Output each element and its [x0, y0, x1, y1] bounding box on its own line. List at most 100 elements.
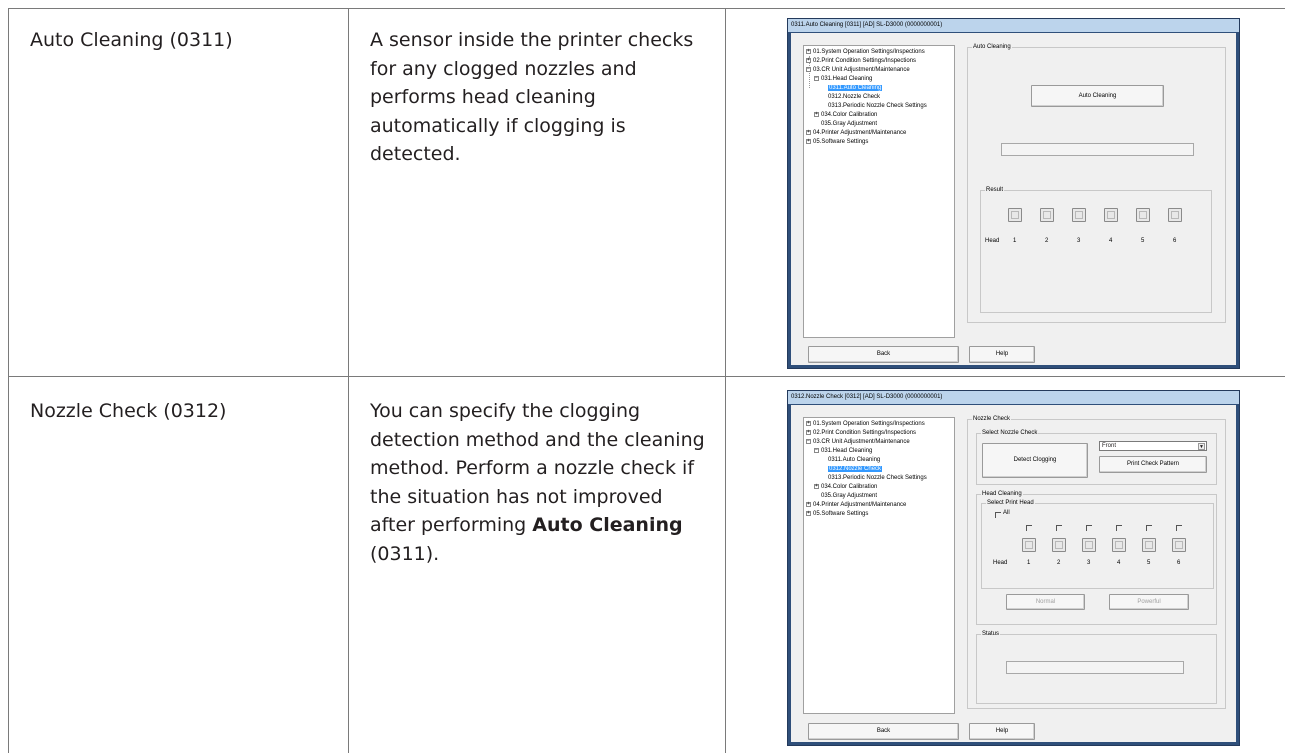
tree-item-0311[interactable]: 0311.Auto Cleaning	[828, 84, 883, 92]
head-number-4: 4	[1109, 238, 1113, 244]
head-6-indicator	[1168, 208, 1182, 222]
tree-item-031[interactable]: −031.Head Cleaning	[814, 447, 872, 455]
tree-item-02[interactable]: +02.Print Condition Settings/Inspections	[806, 57, 916, 65]
auto-cleaning-button[interactable]: Auto Cleaning	[1031, 85, 1164, 107]
tree-item-01[interactable]: +01.System Operation Settings/Inspection…	[806, 420, 925, 428]
table-border-left	[8, 8, 9, 753]
select-print-head-group: Select Print Head All Head 1 2 3 4 5 6	[981, 499, 1214, 589]
head-label: Head	[993, 560, 1008, 566]
window-title: 0311.Auto Cleaning [0311] [AD] SL-D3000 …	[788, 19, 1239, 32]
table-col-divider-1	[348, 8, 349, 753]
head-number-3: 3	[1087, 560, 1091, 566]
all-checkbox[interactable]	[995, 512, 1001, 518]
row1-description: A sensor inside the printer checks for a…	[370, 29, 694, 166]
head-number-6: 6	[1173, 238, 1177, 244]
head-number-2: 2	[1045, 238, 1049, 244]
head-1-indicator	[1022, 538, 1036, 552]
tree-item-05[interactable]: +05.Software Settings	[806, 138, 868, 146]
back-button[interactable]: Back	[808, 723, 959, 740]
nozzle-check-window: 0312.Nozzle Check [0312] [AD] SL-D3000 (…	[787, 390, 1240, 746]
tree-item-035[interactable]: 035.Gray Adjustment	[821, 492, 877, 500]
tree-item-0313[interactable]: 0313.Periodic Nozzle Check Settings	[828, 474, 927, 482]
head-number-4: 4	[1117, 560, 1121, 566]
head-number-1: 1	[1027, 560, 1031, 566]
all-label: All	[1003, 510, 1010, 516]
head-number-2: 2	[1057, 560, 1061, 566]
head-6-checkbox[interactable]	[1176, 525, 1182, 531]
row2-description: You can specify the clogging detection m…	[370, 397, 706, 569]
head-3-checkbox[interactable]	[1086, 525, 1092, 531]
head-1-checkbox[interactable]	[1026, 525, 1032, 531]
row2-description-suffix: (0311).	[370, 542, 440, 565]
help-button[interactable]: Help	[969, 346, 1035, 363]
head-3-indicator	[1082, 538, 1096, 552]
head-5-indicator	[1136, 208, 1150, 222]
head-2-indicator	[1052, 538, 1066, 552]
tree-item-034[interactable]: +034.Color Calibration	[814, 111, 877, 119]
tree-item-03[interactable]: −03.CR Unit Adjustment/Maintenance	[806, 66, 910, 74]
head-6-indicator	[1172, 538, 1186, 552]
head-number-3: 3	[1077, 238, 1081, 244]
status-field	[1006, 661, 1184, 674]
help-button[interactable]: Help	[969, 723, 1035, 740]
head-4-indicator	[1104, 208, 1118, 222]
window-client-area: +01.System Operation Settings/Inspection…	[791, 33, 1236, 365]
row2-setting-name: Nozzle Check (0312)	[30, 400, 227, 422]
head-5-indicator	[1142, 538, 1156, 552]
head-cleaning-label: Head Cleaning	[981, 490, 1023, 498]
progress-bar	[1001, 143, 1194, 156]
powerful-cleaning-button[interactable]: Powerful	[1109, 594, 1189, 610]
result-group: Result Head 1 2 3 4 5 6	[980, 186, 1212, 313]
detect-clogging-button[interactable]: Detect Clogging	[982, 443, 1088, 478]
settings-tree[interactable]: +01.System Operation Settings/Inspection…	[803, 45, 955, 338]
row2-description-bold: Auto Cleaning	[532, 514, 683, 537]
tree-item-03[interactable]: −03.CR Unit Adjustment/Maintenance	[806, 438, 910, 446]
tree-item-034[interactable]: +034.Color Calibration	[814, 483, 877, 491]
head-cleaning-group: Head Cleaning Select Print Head All Head…	[976, 490, 1217, 625]
select-nozzle-check-label: Select Nozzle Check	[981, 429, 1039, 437]
tree-item-035[interactable]: 035.Gray Adjustment	[821, 120, 877, 128]
head-number-6: 6	[1177, 560, 1181, 566]
back-button[interactable]: Back	[808, 346, 959, 363]
tree-item-0312[interactable]: 0312.Nozzle Check	[828, 465, 883, 473]
head-label: Head	[985, 238, 1000, 244]
select-nozzle-check-group: Select Nozzle Check Detect Clogging Fron…	[976, 429, 1217, 485]
print-check-pattern-button[interactable]: Print Check Pattern	[1099, 456, 1207, 473]
tree-item-01[interactable]: +01.System Operation Settings/Inspection…	[806, 48, 925, 56]
auto-cleaning-group: Auto Cleaning Auto Cleaning Result Head …	[967, 43, 1226, 323]
head-5-checkbox[interactable]	[1146, 525, 1152, 531]
head-2-checkbox[interactable]	[1056, 525, 1062, 531]
nozzle-check-group: Nozzle Check Select Nozzle Check Detect …	[967, 415, 1226, 709]
head-3-indicator	[1072, 208, 1086, 222]
check-position-select[interactable]: Front ▼	[1099, 441, 1207, 451]
auto-cleaning-group-label: Auto Cleaning	[972, 43, 1012, 51]
nozzle-check-group-label: Nozzle Check	[972, 415, 1012, 423]
tree-item-0313[interactable]: 0313.Periodic Nozzle Check Settings	[828, 102, 927, 110]
head-2-indicator	[1040, 208, 1054, 222]
head-number-5: 5	[1147, 560, 1151, 566]
window-client-area: +01.System Operation Settings/Inspection…	[791, 405, 1236, 742]
result-group-label: Result	[985, 186, 1005, 194]
window-title: 0312.Nozzle Check [0312] [AD] SL-D3000 (…	[788, 391, 1239, 404]
tree-item-031[interactable]: −031.Head Cleaning	[814, 75, 872, 83]
tree-item-04[interactable]: +04.Printer Adjustment/Maintenance	[806, 129, 906, 137]
settings-tree[interactable]: +01.System Operation Settings/Inspection…	[803, 417, 955, 714]
tree-item-02[interactable]: +02.Print Condition Settings/Inspections	[806, 429, 916, 437]
tree-item-05[interactable]: +05.Software Settings	[806, 510, 868, 518]
status-label: Status	[981, 630, 1001, 638]
table-row-divider	[8, 376, 1285, 377]
head-4-checkbox[interactable]	[1116, 525, 1122, 531]
table-col-divider-2	[725, 8, 726, 753]
table-border-top	[8, 8, 1285, 9]
head-1-indicator	[1008, 208, 1022, 222]
tree-item-04[interactable]: +04.Printer Adjustment/Maintenance	[806, 501, 906, 509]
chevron-down-icon[interactable]: ▼	[1198, 443, 1205, 450]
row1-setting-name: Auto Cleaning (0311)	[30, 29, 233, 51]
normal-cleaning-button[interactable]: Normal	[1006, 594, 1085, 610]
auto-cleaning-window: 0311.Auto Cleaning [0311] [AD] SL-D3000 …	[787, 18, 1240, 369]
head-4-indicator	[1112, 538, 1126, 552]
tree-item-0312[interactable]: 0312.Nozzle Check	[828, 93, 880, 101]
tree-item-0311[interactable]: 0311.Auto Cleaning	[828, 456, 880, 464]
head-number-1: 1	[1013, 238, 1017, 244]
select-print-head-label: Select Print Head	[986, 499, 1035, 507]
